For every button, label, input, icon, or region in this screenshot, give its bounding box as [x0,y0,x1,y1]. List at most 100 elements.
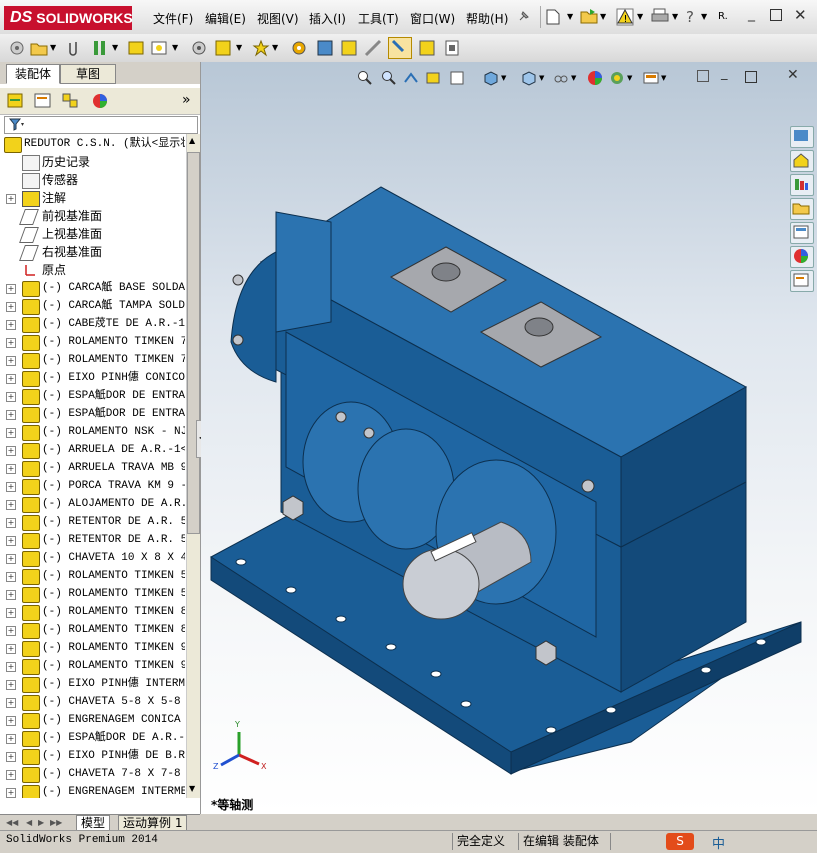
expand-toggle-icon[interactable]: + [6,284,16,294]
gearbox-model[interactable] [201,62,817,814]
menu-insert[interactable]: 插入(I) [309,10,346,27]
chevron-down-icon[interactable]: ▼ [661,74,666,82]
graphics-area[interactable]: Y X Z *等轴测 [201,62,817,814]
settings-icon[interactable] [290,39,308,60]
new-document-icon[interactable] [546,9,560,28]
zoom-area-icon[interactable] [381,70,397,89]
expand-toggle-icon[interactable]: + [6,734,16,744]
chevron-down-icon[interactable]: ▼ [637,12,643,21]
section-view-icon[interactable] [425,70,441,89]
tree-item[interactable]: + 注解 [0,189,185,207]
expand-toggle-icon[interactable]: + [6,356,16,366]
expand-toggle-icon[interactable]: + [6,644,16,654]
expand-toggle-icon[interactable]: + [6,590,16,600]
minimize-icon[interactable]: _ [748,6,755,22]
chevron-down-icon[interactable]: ▼ [672,12,678,21]
tree-item[interactable]: 历史记录 [0,153,185,171]
tree-item[interactable]: + (-) EIXO PINH僡 CONICO [0,369,185,387]
tree-item[interactable]: + (-) EIXO PINH僡 DE B.R. [0,747,185,765]
mate-icon[interactable] [92,39,108,60]
explode-icon[interactable] [252,39,270,60]
pin-icon[interactable] [517,9,531,23]
tree-item[interactable]: 前视基准面 [0,207,185,225]
zoom-to-fit-icon[interactable] [357,70,373,89]
view-orientation-icon[interactable] [483,70,499,89]
scroll-up-icon[interactable]: ▲ [189,136,195,145]
restore-icon[interactable] [770,9,782,21]
tree-item[interactable]: 传感器 [0,171,185,189]
file-explorer-icon[interactable] [790,198,814,220]
tree-item[interactable]: + (-) ESPA觗DOR DE ENTRADA [0,405,185,423]
expand-toggle-icon[interactable]: + [6,320,16,330]
file-properties-icon[interactable] [444,39,460,60]
tree-item[interactable]: + (-) CARCA觗 TAMPA SOLDAD [0,297,185,315]
filter-icon[interactable] [8,118,25,134]
edit-appearance-icon[interactable] [587,70,603,89]
chevron-down-icon[interactable]: ▼ [50,43,56,52]
expand-toggle-icon[interactable]: + [6,428,16,438]
solidworks-resources-icon[interactable] [790,126,814,148]
tile-icon[interactable] [697,70,709,82]
tree-item[interactable]: + (-) CHAVETA 10 X 8 X 44 [0,549,185,567]
hide-show-icon[interactable] [553,70,569,89]
chevron-down-icon[interactable]: ▼ [501,74,506,82]
expand-toggle-icon[interactable]: + [6,446,16,456]
component-icon[interactable] [127,39,145,60]
menu-file[interactable]: 文件(F) [153,10,193,27]
viewport-minimize-icon[interactable]: _ [721,66,728,81]
expand-toggle-icon[interactable]: + [6,716,16,726]
tree-item[interactable]: + (-) ROLAMENTO TIMKEN 835 [0,603,185,621]
options-icon[interactable] [8,39,26,60]
display-manager-icon[interactable] [90,91,110,114]
open-folder-icon[interactable] [580,8,598,27]
expand-toggle-icon[interactable]: + [6,662,16,672]
more-tabs-button[interactable]: » [182,92,191,108]
expand-toggle-icon[interactable]: + [6,680,16,690]
filter-field[interactable] [4,116,198,134]
view-settings-icon[interactable] [643,70,659,89]
tree-item[interactable]: 上视基准面 [0,225,185,243]
tree-item[interactable]: + (-) CHAVETA 7-8 X 7-8 [0,765,185,783]
chevron-down-icon[interactable]: ▼ [236,43,242,52]
expand-toggle-icon[interactable]: + [6,698,16,708]
chevron-down-icon[interactable]: ▼ [600,12,606,21]
tree-item[interactable]: + (-) ROLAMENTO TIMKEN 558 [0,585,185,603]
tree-item[interactable]: + (-) ROLAMENTO TIMKEN 722 [0,351,185,369]
tree-item[interactable]: + (-) ROLAMENTO TIMKEN 722 [0,333,185,351]
close-icon[interactable]: ✕ [794,6,807,24]
insert-part-icon[interactable] [150,39,168,60]
expand-toggle-icon[interactable]: + [6,500,16,510]
previous-view-icon[interactable] [403,70,419,89]
tree-item[interactable]: + (-) ESPA觗DOR DE A.R.-1 [0,729,185,747]
interference-icon[interactable] [340,39,358,60]
move-component-icon[interactable] [214,39,232,60]
last-tab-icon[interactable]: ▶▶ [50,818,62,827]
view-palette-icon[interactable] [790,222,814,244]
expand-toggle-icon[interactable]: + [6,770,16,780]
tree-item[interactable]: + (-) RETENTOR DE A.R. 55 [0,531,185,549]
paperclip-icon[interactable] [66,39,80,60]
search-label[interactable]: R. [718,11,728,22]
tree-item[interactable]: REDUTOR C.S.N. (默认<显示状 [0,135,185,153]
tree-item[interactable]: + (-) ENGRENAGEM CONICA - [0,711,185,729]
display-style-icon[interactable] [521,70,537,89]
tree-item[interactable]: + (-) ALOJAMENTO DE A.R.-1 [0,495,185,513]
viewport-close-icon[interactable]: ✕ [787,67,799,83]
input-method-icon[interactable]: S [666,833,694,850]
tree-item[interactable]: + (-) CHAVETA 5-8 X 5-8 X [0,693,185,711]
tree-item[interactable]: + (-) ARRUELA DE A.R.-1<1 [0,441,185,459]
expand-toggle-icon[interactable]: + [6,302,16,312]
expand-toggle-icon[interactable]: + [6,518,16,528]
menu-view[interactable]: 视图(V) [257,10,299,27]
tree-item[interactable]: 原点 [0,261,185,279]
print-icon[interactable] [651,8,669,27]
scrollbar-thumb[interactable] [187,152,200,534]
tree-item[interactable]: + (-) CABE荗TE DE A.R.-1< [0,315,185,333]
expand-toggle-icon[interactable]: + [6,194,16,204]
tree-item[interactable]: + (-) ROLAMENTO TIMKEN 955 [0,657,185,675]
custom-properties-icon[interactable] [790,270,814,292]
tree-item[interactable]: + (-) ROLAMENTO TIMKEN 955 [0,639,185,657]
assembly-view-icon[interactable] [316,39,334,60]
menu-help[interactable]: 帮助(H) [466,10,508,27]
tab-sketch[interactable]: 草图 [60,64,116,84]
